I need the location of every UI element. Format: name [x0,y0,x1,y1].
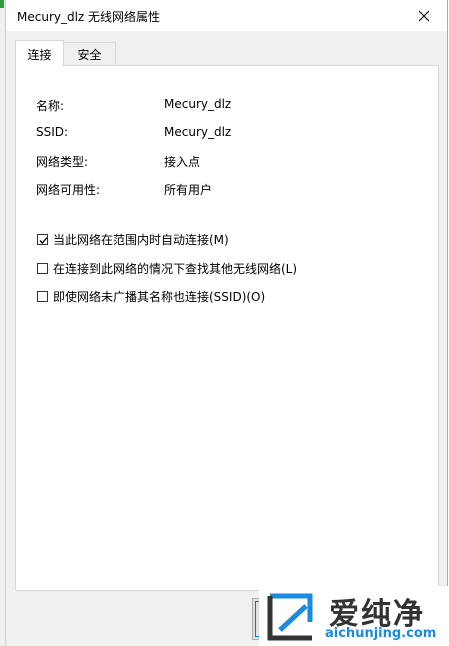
checkmark-icon [39,237,48,244]
name-value: Mecury_dlz [164,97,232,111]
watermark-logo-icon [267,593,313,641]
connect-hidden-ssid-checkbox[interactable] [37,291,48,302]
look-for-other-networks-label: 在连接到此网络的情况下查找其他无线网络(L) [53,262,298,276]
tab-security-label: 安全 [77,48,102,62]
name-label: 名称: [36,99,65,113]
background-window-marker [0,0,4,8]
network-availability-label: 网络可用性: [36,183,101,197]
window-title: Mecury_dlz 无线网络属性 [17,10,161,24]
auto-connect-option[interactable]: 当此网络在范围内时自动连接(M) [37,231,229,248]
ssid-value: Mecury_dlz [164,125,232,139]
tab-security[interactable]: 安全 [63,42,116,66]
ssid-label: SSID: [36,125,69,139]
auto-connect-label: 当此网络在范围内时自动连接(M) [53,233,229,247]
close-icon [418,10,430,21]
title-bar: Mecury_dlz 无线网络属性 [6,0,447,31]
watermark: 爱纯净 aichunjing.com [259,586,449,646]
network-availability-value: 所有用户 [164,183,213,197]
connection-panel: 名称: Mecury_dlz SSID: Mecury_dlz 网络类型: 接入… [15,65,439,591]
network-type-value: 接入点 [164,155,201,169]
close-button[interactable] [401,0,447,31]
connect-hidden-ssid-option[interactable]: 即使网络未广播其名称也连接(SSID)(O) [37,288,265,305]
tab-connection-label: 连接 [27,47,52,62]
tab-connection[interactable]: 连接 [15,40,64,67]
auto-connect-checkbox[interactable] [37,234,48,245]
network-type-label: 网络类型: [36,155,89,169]
look-for-other-networks-checkbox[interactable] [37,263,48,274]
wireless-properties-dialog: Mecury_dlz 无线网络属性 连接 安全 名称: Mecury_dlz S… [5,0,448,646]
connect-hidden-ssid-label: 即使网络未广播其名称也连接(SSID)(O) [53,290,266,304]
look-for-other-networks-option[interactable]: 在连接到此网络的情况下查找其他无线网络(L) [37,260,297,277]
watermark-url: aichunjing.com [325,626,437,641]
